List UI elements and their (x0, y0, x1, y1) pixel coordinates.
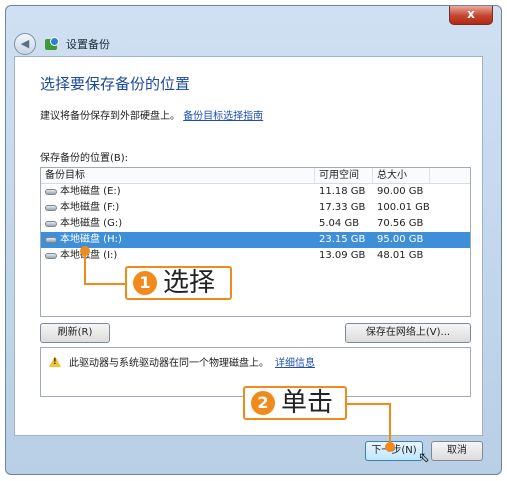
free-space: 11.18 GB (319, 186, 366, 197)
title-bar: ◀ 设置备份 (14, 32, 110, 56)
callout-2-leader (345, 403, 390, 405)
cancel-button[interactable]: 取消 (431, 441, 483, 461)
column-header-total[interactable]: 总大小 (373, 168, 430, 183)
close-button[interactable]: x (449, 6, 493, 25)
drive-icon (45, 189, 57, 195)
callout-1-leader (84, 283, 127, 285)
advice-line: 建议将备份保存到外部硬盘上。 备份目标选择指南 (40, 107, 263, 122)
step-text: 单击 (281, 388, 334, 418)
drive-icon (45, 253, 57, 259)
drive-name: 本地磁盘 (H:) (60, 234, 122, 245)
list-item[interactable]: 本地磁盘 (G:) 5.04 GB 70.56 GB (41, 216, 470, 232)
callout-2-dot (385, 442, 395, 452)
step-text: 选择 (163, 268, 216, 298)
column-header-target[interactable]: 备份目标 (41, 168, 315, 183)
step-number: 1 (133, 271, 157, 295)
list-item[interactable]: 本地磁盘 (E:) 11.18 GB 90.00 GB (41, 184, 470, 200)
list-label: 保存备份的位置(B): (40, 153, 129, 164)
backup-target-list[interactable]: 备份目标 可用空间 总大小 本地磁盘 (E:) 11.18 GB 90.00 G… (40, 167, 471, 317)
total-size: 48.01 GB (377, 250, 424, 261)
free-space: 13.09 GB (319, 250, 366, 261)
drive-name: 本地磁盘 (E:) (60, 186, 121, 197)
total-size: 70.56 GB (377, 218, 424, 229)
back-arrow-icon[interactable]: ◀ (14, 33, 36, 55)
details-link[interactable]: 详细信息 (275, 354, 315, 369)
page-title: 选择要保存备份的位置 (40, 75, 191, 93)
list-item[interactable]: 本地磁盘 (F:) 17.33 GB 100.01 GB (41, 200, 470, 216)
window-title: 设置备份 (66, 38, 110, 51)
total-size: 90.00 GB (377, 186, 424, 197)
save-on-network-button[interactable]: 保存在网络上(V)... (345, 323, 471, 343)
list-header: 备份目标 可用空间 总大小 (41, 168, 470, 184)
guide-link[interactable]: 备份目标选择指南 (183, 111, 263, 122)
warning-text: 此驱动器与系统驱动器在同一个物理磁盘上。 (69, 358, 269, 369)
total-size: 100.01 GB (377, 202, 430, 213)
warning-icon: ! (49, 356, 61, 367)
callout-2-leader (389, 403, 391, 447)
backup-icon (44, 36, 60, 52)
free-space: 5.04 GB (319, 218, 360, 229)
callout-click: 2 单击 (243, 386, 347, 420)
drive-name: 本地磁盘 (F:) (60, 202, 120, 213)
free-space: 17.33 GB (319, 202, 366, 213)
mouse-pointer-icon: ⬁ (418, 450, 430, 466)
total-size: 95.00 GB (377, 234, 424, 245)
footer-bar: 下一步(N) 取消 (14, 436, 483, 466)
refresh-button[interactable]: 刷新(R) (40, 323, 110, 343)
step-number: 2 (251, 391, 275, 415)
advice-text: 建议将备份保存到外部硬盘上。 (40, 111, 180, 122)
callout-1-dot (80, 246, 90, 256)
column-header-free[interactable]: 可用空间 (315, 168, 373, 183)
list-item[interactable]: 本地磁盘 (I:) 13.09 GB 48.01 GB (41, 248, 470, 264)
drive-name: 本地磁盘 (G:) (60, 218, 123, 229)
list-item[interactable]: 本地磁盘 (H:) 23.15 GB 95.00 GB (41, 232, 470, 248)
free-space: 23.15 GB (319, 234, 366, 245)
drive-icon (45, 221, 57, 227)
drive-icon (45, 237, 57, 243)
callout-select: 1 选择 (125, 266, 232, 300)
drive-icon (45, 205, 57, 211)
